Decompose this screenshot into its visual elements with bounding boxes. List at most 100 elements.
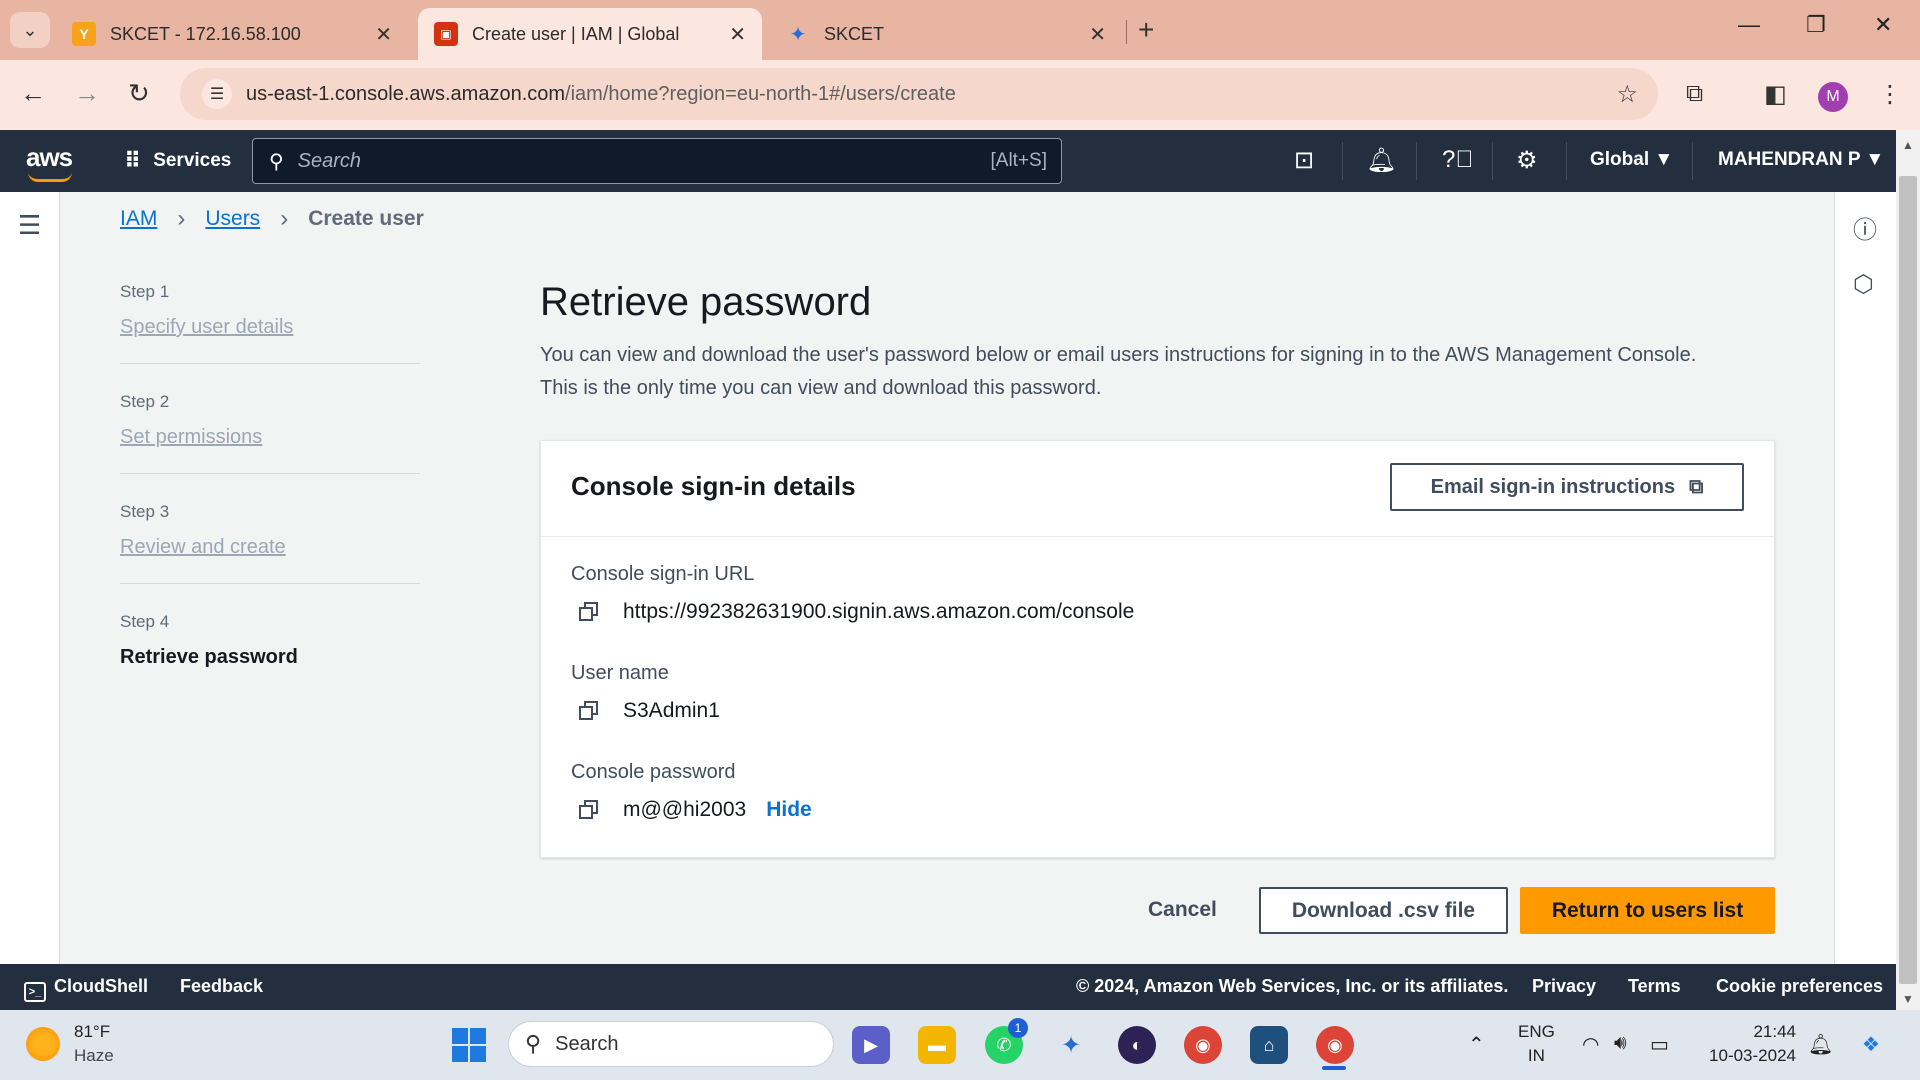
whatsapp-unread-badge: 1	[1008, 1018, 1028, 1038]
chevron-right-icon: ›	[280, 205, 289, 232]
extensions-icon[interactable]: ⧉	[1686, 80, 1703, 108]
notifications-bell-icon[interactable]: 🔔︎	[1366, 146, 1396, 175]
scroll-down-arrow-icon[interactable]: ▼	[1902, 992, 1914, 1006]
step-current-label: Retrieve password	[120, 646, 298, 668]
clock[interactable]: 21:44 10-03-2024	[1700, 1020, 1796, 1068]
mysql-workbench-icon[interactable]: ⌂	[1250, 1026, 1288, 1064]
chevron-up-icon[interactable]: ⌃	[1468, 1032, 1485, 1057]
browser-tab-iam[interactable]: ▣ Create user | IAM | Global ✕	[418, 8, 762, 60]
copy-icon[interactable]	[579, 602, 599, 622]
account-menu[interactable]: MAHENDRAN P ▼	[1718, 149, 1884, 171]
chevron-right-icon: ›	[177, 205, 186, 232]
email-instructions-button[interactable]: Email sign-in instructions ⧉	[1390, 463, 1744, 511]
address-bar[interactable]: ☰ us-east-1.console.aws.amazon.com/iam/h…	[180, 68, 1658, 120]
bookmark-star-icon[interactable]: ☆	[1616, 80, 1638, 109]
taskbar-search[interactable]: ⚲ Search	[508, 1021, 834, 1067]
step-link[interactable]: Specify user details	[120, 316, 420, 339]
haze-sun-icon	[26, 1027, 60, 1061]
panel-header: Console sign-in details Email sign-in in…	[541, 441, 1774, 537]
back-icon[interactable]: ←	[20, 78, 46, 109]
volume-icon[interactable]: 🔊︎	[1614, 1032, 1627, 1055]
minimize-icon[interactable]: —	[1738, 12, 1760, 38]
meet-app-icon[interactable]: ▶	[852, 1026, 890, 1064]
terms-link[interactable]: Terms	[1628, 976, 1681, 997]
wifi-icon[interactable]: ◠	[1582, 1032, 1599, 1057]
skcet-app-icon[interactable]: ✦	[1052, 1026, 1090, 1064]
cookie-preferences-link[interactable]: Cookie preferences	[1716, 976, 1883, 997]
hide-password-link[interactable]: Hide	[766, 798, 812, 822]
copilot-icon[interactable]: ❖	[1862, 1032, 1880, 1057]
windows-start-icon[interactable]	[452, 1028, 486, 1062]
browser-tab-skcet-2[interactable]: ✦ SKCET ✕	[770, 8, 1122, 60]
copy-icon[interactable]	[579, 701, 599, 721]
sign-in-url-value: https://992382631900.signin.aws.amazon.c…	[623, 600, 1135, 623]
profile-avatar[interactable]: M	[1818, 82, 1848, 112]
panel-title: Console sign-in details	[571, 471, 856, 501]
breadcrumb-iam-link[interactable]: IAM	[120, 207, 157, 231]
scrollbar-thumb[interactable]	[1899, 176, 1917, 984]
menu-hamburger-icon[interactable]: ☰	[18, 210, 41, 241]
settings-gear-icon[interactable]: ⚙	[1516, 146, 1538, 175]
notification-bell-icon[interactable]: 🔔︎	[1808, 1032, 1833, 1057]
info-icon[interactable]: ⓘ	[1853, 210, 1877, 245]
tab-title: SKCET	[824, 23, 885, 44]
cancel-button[interactable]: Cancel	[1148, 898, 1217, 922]
scroll-up-arrow-icon[interactable]: ▲	[1902, 138, 1914, 152]
battery-icon[interactable]: ▭	[1650, 1032, 1669, 1057]
privacy-link[interactable]: Privacy	[1532, 976, 1596, 997]
chrome-profile-icon[interactable]: ◉	[1316, 1026, 1354, 1064]
download-csv-button[interactable]: Download .csv file	[1259, 887, 1508, 934]
return-to-users-button[interactable]: Return to users list	[1520, 887, 1775, 934]
eclipse-icon[interactable]: ◐	[1118, 1026, 1156, 1064]
forward-icon[interactable]: →	[74, 78, 100, 109]
grid-icon: ⠿	[124, 148, 142, 173]
aws-top-nav: aws ⠿ Services ⚲ Search [Alt+S] ⊡ 🔔︎ ?⃝ …	[0, 130, 1896, 192]
copy-icon[interactable]	[579, 800, 599, 820]
services-menu-button[interactable]: ⠿ Services	[124, 148, 231, 174]
hexagon-icon[interactable]: ⬡	[1853, 270, 1874, 299]
skcet-favicon-icon: ✦	[789, 23, 807, 46]
file-explorer-icon[interactable]: ▬	[918, 1026, 956, 1064]
browser-toolbar: ← → ↻ ☰ us-east-1.console.aws.amazon.com…	[0, 60, 1920, 130]
password-value: m@@hi2003	[623, 798, 747, 821]
step-link[interactable]: Review and create	[120, 536, 420, 559]
feedback-link[interactable]: Feedback	[180, 976, 263, 997]
close-icon[interactable]: ✕	[1089, 22, 1106, 47]
page-description: You can view and download the user's pas…	[540, 344, 1697, 399]
restore-icon[interactable]: ❐	[1806, 12, 1826, 38]
cloudshell-button[interactable]: >_ CloudShell	[24, 976, 148, 1002]
reload-icon[interactable]: ↻	[128, 78, 150, 109]
breadcrumb-users-link[interactable]: Users	[205, 207, 260, 231]
breadcrumb-current: Create user	[308, 207, 424, 230]
tab-search-button[interactable]: ⌄	[10, 12, 50, 48]
browser-tab-skcet-1[interactable]: Y SKCET - 172.16.58.100 ✕	[56, 8, 408, 60]
tab-title: SKCET - 172.16.58.100	[110, 23, 301, 44]
step-link[interactable]: Set permissions	[120, 426, 420, 449]
wizard-step: Step 3 Review and create	[120, 502, 420, 584]
user-name-field: User name S3Admin1	[571, 662, 720, 722]
main-content: Retrieve password You can view and downl…	[540, 280, 1775, 405]
search-icon: ⚲	[269, 150, 284, 173]
site-info-icon[interactable]: ☰	[202, 79, 232, 109]
breadcrumb: IAM › Users › Create user	[120, 205, 424, 233]
window-close-icon[interactable]: ✕	[1874, 12, 1892, 38]
browser-menu-icon[interactable]: ⋮	[1878, 80, 1902, 109]
aws-favicon-icon: ▣	[434, 22, 458, 46]
weather-widget[interactable]: 81°F Haze	[26, 1020, 114, 1068]
help-icon[interactable]: ?⃝	[1442, 146, 1473, 174]
terminal-icon: >_	[24, 982, 46, 1002]
active-app-indicator	[1322, 1066, 1346, 1070]
aws-search-input[interactable]: ⚲ Search [Alt+S]	[252, 138, 1062, 184]
browser-tab-strip: ⌄ Y SKCET - 172.16.58.100 ✕ ▣ Create use…	[0, 0, 1920, 60]
side-panel-icon[interactable]: ◧	[1764, 80, 1787, 109]
cloudshell-icon[interactable]: ⊡	[1294, 146, 1314, 175]
aws-footer: >_ CloudShell Feedback © 2024, Amazon Web…	[0, 964, 1896, 1010]
language-indicator[interactable]: ENG IN	[1518, 1020, 1555, 1068]
copyright-text: © 2024, Amazon Web Services, Inc. or its…	[1076, 976, 1509, 996]
chrome-icon[interactable]: ◉	[1184, 1026, 1222, 1064]
close-icon[interactable]: ✕	[729, 22, 746, 47]
aws-logo[interactable]: aws	[26, 142, 73, 182]
region-selector[interactable]: Global ▼	[1590, 149, 1673, 171]
close-icon[interactable]: ✕	[375, 22, 392, 47]
new-tab-button[interactable]: +	[1138, 14, 1154, 46]
